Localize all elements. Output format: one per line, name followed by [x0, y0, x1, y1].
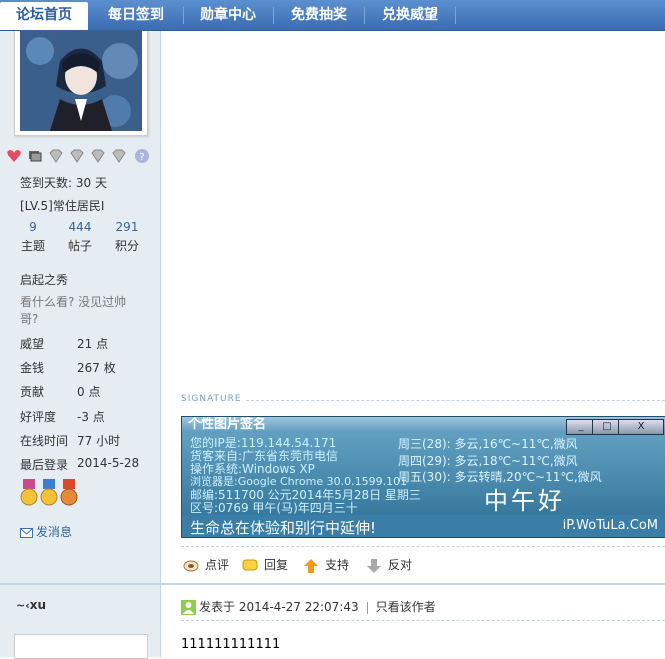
prop-label: 贡献	[20, 385, 45, 399]
stat-posts-value: 444	[68, 220, 92, 234]
prop-value: 77 小时	[77, 434, 121, 448]
reply-icon	[242, 559, 258, 570]
arrow-down-icon	[367, 558, 381, 573]
nav-separator	[183, 7, 184, 24]
stat-credits-value: 291	[115, 220, 139, 234]
stat-threads[interactable]: 9 主题	[11, 220, 55, 254]
reply-button[interactable]: 回复	[242, 557, 288, 573]
prop-value: 21 点	[77, 337, 109, 351]
signature-greeting: 中午好	[484, 487, 565, 515]
user-online-icon	[181, 600, 196, 615]
signature-divider	[246, 400, 665, 401]
prop-value: 267 枚	[77, 361, 116, 375]
rate-label: 点评	[205, 558, 230, 572]
prop-label: 金钱	[20, 361, 45, 375]
post-meta: 发表于 2014-4-27 22:07:43 只看该作者	[181, 598, 436, 615]
post-time: 发表于 2014-4-27 22:07:43	[199, 600, 359, 614]
medal-badge-icon[interactable]	[20, 479, 38, 509]
stat-posts[interactable]: 444 帖子	[58, 220, 102, 254]
prop-label: 在线时间	[20, 434, 69, 448]
meta-separator	[366, 601, 368, 614]
medal-badge-icon[interactable]	[40, 479, 58, 509]
support-label: 支持	[325, 558, 350, 572]
post-header-divider	[181, 620, 665, 621]
reply-label: 回复	[264, 558, 289, 572]
nav-separator	[364, 7, 365, 24]
author-sidebar: ? 签到天数: 30 天 [LV.5]常住居民I 9 主题 444 帖子 291…	[0, 31, 161, 583]
signature-heading: SIGNATURE	[181, 394, 242, 404]
signature-weather: 周四(29): 多云,18℃~11℃,微风	[398, 454, 578, 468]
oppose-button[interactable]: 反对	[366, 557, 412, 573]
nav-separator	[273, 7, 274, 24]
user-title: 启起之秀	[20, 273, 69, 287]
signature-card-title: 个性图片签名	[188, 417, 267, 432]
next-author-avatar[interactable]	[14, 634, 148, 659]
svg-text:?: ?	[139, 152, 144, 163]
stat-credits[interactable]: 291 积分	[105, 220, 149, 254]
nav-separator	[455, 7, 456, 24]
signature-site: iP.WoTuLa.CoM	[562, 518, 658, 533]
prop-value: 0 点	[77, 385, 101, 399]
signature-image[interactable]: 个性图片签名 _ □ X 您的IP是:119.144.54.171 货客来自:广…	[181, 416, 665, 538]
avatar[interactable]	[14, 31, 148, 136]
heart-icon	[7, 150, 21, 162]
prop-label: 好评度	[20, 410, 57, 424]
prop-value: 2014-5-28	[77, 456, 140, 470]
oppose-label: 反对	[388, 558, 413, 572]
post-body: 111111111111	[181, 637, 281, 652]
prop-label: 最后登录	[20, 458, 69, 472]
nav-tab-free-lottery[interactable]: 免费抽奖	[279, 0, 359, 30]
diamond-icon	[70, 149, 84, 163]
rate-button[interactable]: 点评	[183, 557, 229, 573]
prop-value: -3 点	[77, 410, 105, 424]
signature-slogan: 生命总在体验和别行中延伸!	[190, 519, 377, 537]
checkin-days: 签到天数: 30 天	[20, 176, 107, 190]
send-message-label: 发消息	[36, 525, 73, 539]
help-icon[interactable]: ?	[134, 148, 150, 164]
medal-badge-icon[interactable]	[60, 479, 78, 509]
arrow-up-icon	[304, 558, 318, 573]
avatar-image	[20, 31, 142, 131]
nav-tab-forum-home[interactable]: 论坛首页	[0, 2, 88, 30]
stat-credits-label: 积分	[114, 239, 139, 253]
prop-label: 威望	[20, 337, 45, 351]
nav-tab-medal-center[interactable]: 勋章中心	[188, 0, 268, 30]
signature-area-code: 区号:0769 甲午(马)年四月三十	[190, 501, 358, 515]
diamond-icon	[49, 149, 63, 163]
stat-posts-label: 帖子	[67, 239, 92, 253]
top-nav: 论坛首页 每日签到 勋章中心 免费抽奖 兑换威望	[0, 0, 665, 31]
stack-icon	[29, 151, 42, 162]
author-mark-icon: ~‹	[16, 599, 30, 612]
next-author-name[interactable]: ~‹xu	[16, 598, 46, 612]
user-signature-text: 看什么看? 没见过帅哥?	[20, 295, 127, 326]
envelope-icon	[20, 527, 33, 538]
diamond-icon	[91, 149, 105, 163]
diamond-icon	[112, 149, 126, 163]
nav-tab-exchange-prestige[interactable]: 兑换威望	[370, 0, 450, 30]
user-level[interactable]: [LV.5]常住居民I	[20, 197, 104, 214]
signature-weather: 周三(28): 多云,16℃~11℃,微风	[398, 437, 578, 451]
author-name-label: xu	[29, 598, 47, 612]
stat-threads-label: 主题	[20, 239, 45, 253]
signature-footer: 生命总在体验和别行中延伸! iP.WoTuLa.CoM	[182, 515, 665, 537]
signature-card-header: 个性图片签名 _ □ X	[182, 417, 665, 435]
support-button[interactable]: 支持	[303, 557, 349, 573]
actions-divider	[181, 546, 665, 547]
close-icon: X	[618, 419, 664, 435]
only-author-link[interactable]: 只看该作者	[376, 600, 436, 614]
send-message-link[interactable]: 发消息	[20, 523, 72, 540]
nav-tab-daily-checkin[interactable]: 每日签到	[96, 0, 176, 30]
stat-threads-value: 9	[29, 220, 37, 234]
comment-icon	[183, 560, 199, 571]
